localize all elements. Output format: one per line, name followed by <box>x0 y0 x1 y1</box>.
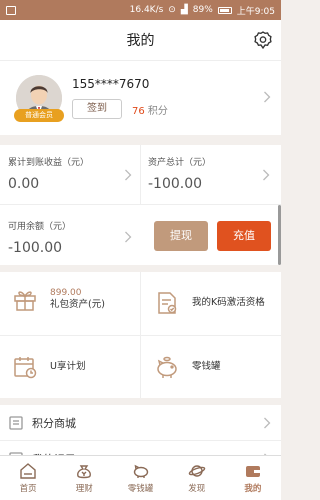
cumulative-income[interactable]: 累计到账收益（元） 0.00 <box>8 155 89 192</box>
tab-label: 发现 <box>188 484 206 494</box>
list-item-label: 积分商城 <box>32 416 76 430</box>
member-badge: 普通会员 <box>14 109 64 122</box>
status-right: 16.4K/s ⊙ ▟ 89% 上午9:05 <box>130 4 275 17</box>
tab-label: 首页 <box>19 484 37 494</box>
stats-divider-horizontal <box>0 204 281 205</box>
scrollbar[interactable] <box>278 205 281 265</box>
tab-home[interactable]: 首页 <box>0 456 56 500</box>
bottom-tab-bar: 首页 理财 零钱罐 发现 我的 <box>0 455 281 500</box>
piggy-bank-icon <box>157 356 177 378</box>
points[interactable]: 76 积分 <box>132 102 168 117</box>
u-plan[interactable]: U享计划 <box>12 354 85 380</box>
phone-number: 155****7670 <box>72 77 150 91</box>
list-item-points-mall[interactable]: 积分商城 <box>0 405 281 441</box>
tab-finance[interactable]: 理财 <box>56 456 112 500</box>
total-assets[interactable]: 资产总计（元） -100.00 <box>148 155 211 192</box>
gift-assets-label: 礼包资产(元) <box>50 298 105 310</box>
gift-icon <box>14 291 36 311</box>
tab-discover[interactable]: 发现 <box>169 456 225 500</box>
tab-mine[interactable]: 我的 <box>225 456 281 500</box>
u-plan-label: U享计划 <box>50 360 86 372</box>
piggy-bank-label: 零钱罐 <box>192 360 221 372</box>
battery-icon <box>217 6 232 14</box>
section-divider <box>0 135 281 141</box>
kcode-activation-label: 我的K码激活资格 <box>192 296 265 308</box>
network-speed: 16.4K/s <box>129 5 164 15</box>
recharge-button[interactable]: 充值 <box>217 221 271 251</box>
total-assets-value: -100.00 <box>148 176 203 192</box>
available-balance-label: 可用余额（元） <box>8 222 72 232</box>
money-bag-icon <box>77 465 92 479</box>
tab-label: 零钱罐 <box>127 484 154 494</box>
balance-chevron-right-icon <box>125 231 132 243</box>
signal-icon: ▟ <box>180 5 188 15</box>
profile-chevron-right-icon <box>264 91 271 103</box>
gift-assets-amount: 899.00 <box>50 287 82 298</box>
home-icon <box>20 463 36 479</box>
available-balance[interactable]: 可用余额（元） -100.00 <box>8 219 71 256</box>
wallet-icon <box>245 466 260 477</box>
points-value: 76 <box>132 106 145 117</box>
stats-divider-vertical <box>140 145 141 204</box>
total-assets-label: 资产总计（元） <box>148 158 212 168</box>
assets-panel: 累计到账收益（元） 0.00 资产总计（元） -100.00 可用余额（元） -… <box>0 145 281 265</box>
section-divider <box>0 265 281 272</box>
points-unit: 积分 <box>147 106 168 117</box>
settings-gear-icon[interactable] <box>253 30 273 50</box>
piggy-bank-entry[interactable]: 零钱罐 <box>154 354 221 380</box>
status-left <box>6 5 16 15</box>
signin-button[interactable]: 签到 <box>72 99 122 119</box>
clock: 上午9:05 <box>236 6 275 17</box>
planet-icon <box>188 465 205 477</box>
list-chevron-right-icon <box>264 417 271 429</box>
piggy-bank-tab-icon <box>133 464 148 478</box>
battery-percent: 89% <box>192 5 213 15</box>
cumulative-income-value: 0.00 <box>8 176 40 192</box>
calendar-icon <box>14 357 37 379</box>
section-divider <box>0 398 281 405</box>
withdraw-button[interactable]: 提现 <box>154 221 208 251</box>
title-bar: 我的 <box>0 20 281 60</box>
cumulative-income-label: 累计到账收益（元） <box>8 158 90 168</box>
kcode-activation[interactable]: 我的K码激活资格 <box>154 290 265 316</box>
cumulative-chevron-right-icon <box>125 169 132 181</box>
points-mall-icon <box>9 415 23 430</box>
tab-label: 我的 <box>244 484 262 494</box>
kcode-document-icon <box>158 292 177 314</box>
features-grid: 899.00 礼包资产(元) 我的K码激活资格 U享计划 零钱罐 <box>0 272 281 398</box>
profile-card[interactable]: 普通会员 155****7670 签到 76 积分 <box>0 60 281 135</box>
status-bar: 16.4K/s ⊙ ▟ 89% 上午9:05 <box>0 0 281 20</box>
assets-chevron-right-icon <box>263 169 270 181</box>
location-icon: ⊙ <box>168 5 176 15</box>
gift-assets[interactable]: 899.00 礼包资产(元) <box>12 286 105 312</box>
page-title: 我的 <box>126 33 155 49</box>
notification-icon <box>6 5 16 15</box>
tab-label: 理财 <box>75 484 93 494</box>
grid-divider-horizontal <box>0 335 281 336</box>
available-balance-value: -100.00 <box>8 240 63 256</box>
tab-piggy-bank[interactable]: 零钱罐 <box>112 456 168 500</box>
